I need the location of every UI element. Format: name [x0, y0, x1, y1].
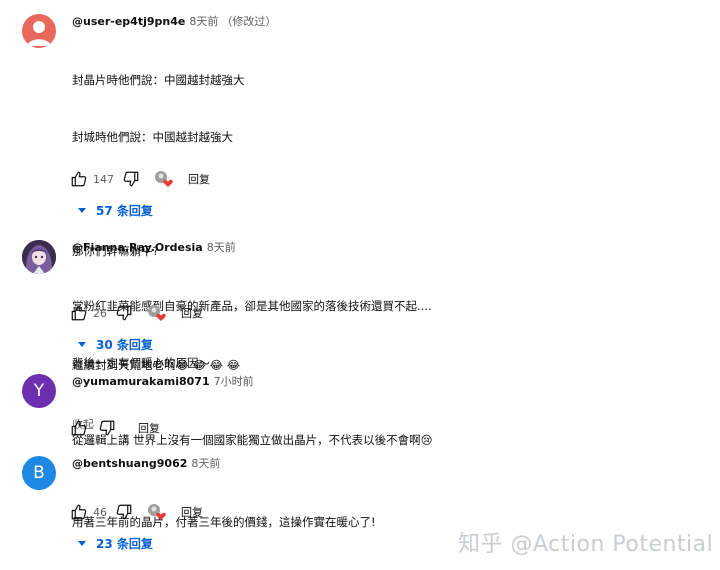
- chevron-down-icon: [78, 342, 86, 347]
- creator-heart-icon: [154, 170, 174, 188]
- comment-actions: 回复: [70, 418, 160, 438]
- avatar-letter: Y: [33, 381, 45, 401]
- replies-count: 57 条回复: [96, 204, 153, 218]
- like-button[interactable]: [70, 419, 88, 437]
- timestamp[interactable]: 7小时前: [214, 375, 254, 388]
- author-name[interactable]: @Fianna.Ray.Ordesia: [72, 241, 203, 254]
- avatar[interactable]: [22, 240, 56, 274]
- chevron-down-icon: [78, 541, 86, 546]
- creator-heart-icon: [147, 503, 167, 521]
- dislike-button[interactable]: [98, 419, 116, 437]
- author-name[interactable]: @bentshuang9062: [72, 457, 187, 470]
- like-count: 46: [93, 505, 107, 519]
- comment-meta: @user-ep4tj9pn4e 8天前 （修改过）: [72, 14, 710, 30]
- thumbs-up-icon: [71, 504, 87, 520]
- comment-meta: @Fianna.Ray.Ordesia 8天前: [72, 240, 710, 256]
- comment-meta: @bentshuang9062 8天前: [72, 456, 710, 472]
- avatar[interactable]: [22, 14, 56, 48]
- comment-line: 封城時他們說：中國越封越強大: [72, 130, 233, 144]
- replies-count: 30 条回复: [96, 338, 153, 352]
- comment-actions: 46 回复: [70, 502, 203, 522]
- timestamp[interactable]: 8天前: [189, 15, 218, 28]
- view-replies-button[interactable]: 23 条回复: [78, 535, 153, 552]
- chevron-down-icon: [78, 208, 86, 213]
- dislike-button[interactable]: [122, 170, 140, 188]
- thumbs-down-icon: [99, 420, 115, 436]
- reply-button[interactable]: 回复: [181, 305, 203, 321]
- comment-line: 封晶片時他們說：中國越封越強大: [72, 73, 245, 87]
- thumbs-down-icon: [116, 504, 132, 520]
- author-name[interactable]: @yumamurakami8071: [72, 375, 210, 388]
- edited-label: （修改过）: [221, 15, 277, 28]
- default-user-icon: [27, 21, 51, 46]
- dislike-button[interactable]: [115, 503, 133, 521]
- dislike-button[interactable]: [115, 304, 133, 322]
- thumbs-up-icon: [71, 171, 87, 187]
- view-replies-button[interactable]: 30 条回复: [78, 336, 153, 353]
- comment-actions: 26 回复: [70, 303, 203, 323]
- like-button[interactable]: [70, 304, 88, 322]
- thumbs-down-icon: [116, 305, 132, 321]
- avatar[interactable]: Y: [22, 374, 56, 408]
- like-button[interactable]: [70, 503, 88, 521]
- creator-heart-icon: [147, 304, 167, 322]
- author-name[interactable]: @user-ep4tj9pn4e: [72, 15, 185, 28]
- timestamp[interactable]: 8天前: [207, 241, 236, 254]
- comment-line: 背後一定有個暖心的原因～: [72, 356, 210, 370]
- avatar[interactable]: B: [22, 456, 56, 490]
- replies-count: 23 条回复: [96, 537, 153, 551]
- thumbs-down-icon: [123, 171, 139, 187]
- thumbs-up-icon: [71, 305, 87, 321]
- view-replies-button[interactable]: 57 条回复: [78, 202, 153, 219]
- zhihu-watermark: 知乎 @Action Potential: [458, 532, 714, 557]
- reply-button[interactable]: 回复: [188, 171, 210, 187]
- avatar-letter: B: [33, 463, 45, 483]
- comment-meta: @yumamurakami8071 7小时前: [72, 374, 710, 390]
- like-button[interactable]: [70, 170, 88, 188]
- comment-actions: 147 回复: [70, 169, 210, 189]
- anime-avatar-icon: [22, 240, 56, 274]
- thumbs-up-icon: [71, 420, 87, 436]
- comment-line: 從邏輯上講 世界上沒有一個國家能獨立做出晶片，不代表以後不會啊😢: [72, 433, 433, 447]
- reply-button[interactable]: 回复: [138, 420, 160, 436]
- timestamp[interactable]: 8天前: [191, 457, 220, 470]
- reply-button[interactable]: 回复: [181, 504, 203, 520]
- like-count: 147: [93, 172, 114, 186]
- like-count: 26: [93, 306, 107, 320]
